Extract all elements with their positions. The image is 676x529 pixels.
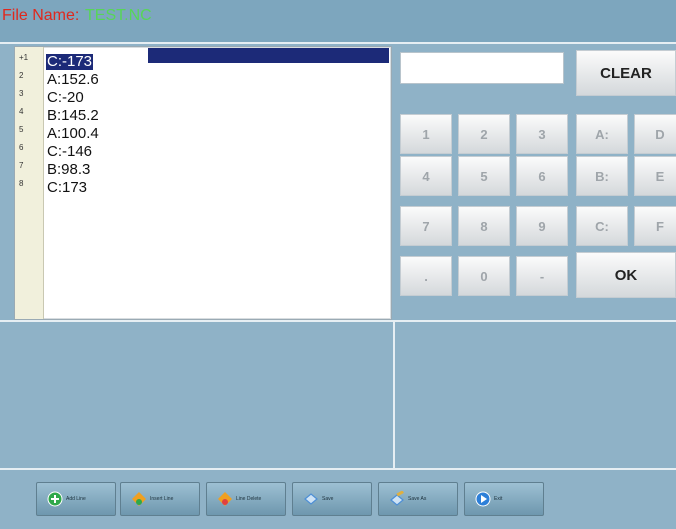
editor-line[interactable]: 4 B:145.2 [15,107,391,124]
button-label: Insert Line [150,496,174,502]
save-button[interactable]: Save [292,482,372,516]
save-as-icon [390,491,404,506]
bottom-toolbar: Add Line Insert Line Line Delete Save Sa… [0,468,676,529]
line-delete-button[interactable]: Line Delete [206,482,286,516]
keypad-display[interactable] [400,52,564,84]
add-line-button[interactable]: Add Line [36,482,116,516]
line-text: C:-173 [46,53,94,70]
line-number: 6 [19,143,24,152]
key-4[interactable]: 4 [400,156,452,196]
editor-line[interactable]: 3 C:-20 [15,89,391,106]
button-label: Add Line [66,496,86,502]
editor-line[interactable]: +1 C:-173 [15,53,391,70]
editor-line[interactable]: 7 B:98.3 [15,161,391,178]
key-f[interactable]: F [634,206,676,246]
button-label: Exit [494,496,503,502]
line-number: 7 [19,161,24,170]
key-8[interactable]: 8 [458,206,510,246]
key-5[interactable]: 5 [458,156,510,196]
key-d[interactable]: D [634,114,676,154]
info-panel-right [395,322,676,468]
line-text: A:152.6 [47,71,99,88]
key-c[interactable]: C: [576,206,628,246]
key-minus[interactable]: - [516,256,568,296]
file-name-value: TEST.NC [85,7,152,24]
save-as-button[interactable]: Save As [378,482,458,516]
insert-line-button[interactable]: Insert Line [120,482,200,516]
file-name-label: File Name: [2,7,80,24]
line-text: B:145.2 [47,107,99,124]
line-text: B:98.3 [47,161,91,178]
line-text: C:-20 [47,89,84,106]
line-number: +1 [19,53,29,62]
line-text: C:173 [47,179,88,196]
key-2[interactable]: 2 [458,114,510,154]
key-a[interactable]: A: [576,114,628,154]
line-number: 4 [19,107,24,116]
line-text: A:100.4 [47,125,99,142]
key-7[interactable]: 7 [400,206,452,246]
button-label: Save [322,496,334,502]
key-3[interactable]: 3 [516,114,568,154]
plus-circle-icon [47,491,63,507]
line-number: 5 [19,125,24,134]
exit-icon [475,491,491,507]
editor-line[interactable]: 2 A:152.6 [15,71,391,88]
insert-line-icon [132,492,146,506]
clear-button[interactable]: CLEAR [576,50,676,96]
key-1[interactable]: 1 [400,114,452,154]
title-bar: File Name: TEST.NC [0,0,676,44]
key-b[interactable]: B: [576,156,628,196]
delete-line-icon [218,492,232,506]
key-e[interactable]: E [634,156,676,196]
save-icon [304,493,318,505]
editor-line[interactable]: 8 C:173 [15,179,391,196]
numeric-keypad: CLEAR 1 2 3 A: D 4 5 6 B: E 7 8 9 C: F .… [394,44,676,320]
editor-line[interactable]: 5 A:100.4 [15,125,391,142]
key-decimal[interactable]: . [400,256,452,296]
ok-button[interactable]: OK [576,252,676,298]
line-number: 8 [19,179,24,188]
line-number: 3 [19,89,24,98]
exit-button[interactable]: Exit [464,482,544,516]
key-0[interactable]: 0 [458,256,510,296]
key-9[interactable]: 9 [516,206,568,246]
code-editor[interactable]: +1 C:-173 2 A:152.6 3 C:-20 4 B:145.2 5 … [14,46,392,320]
info-panel-left [14,322,393,468]
line-number: 2 [19,71,24,80]
button-label: Line Delete [236,496,262,502]
key-6[interactable]: 6 [516,156,568,196]
editor-line[interactable]: 6 C:-146 [15,143,391,160]
button-label: Save As [408,496,427,502]
line-text: C:-146 [47,143,93,160]
